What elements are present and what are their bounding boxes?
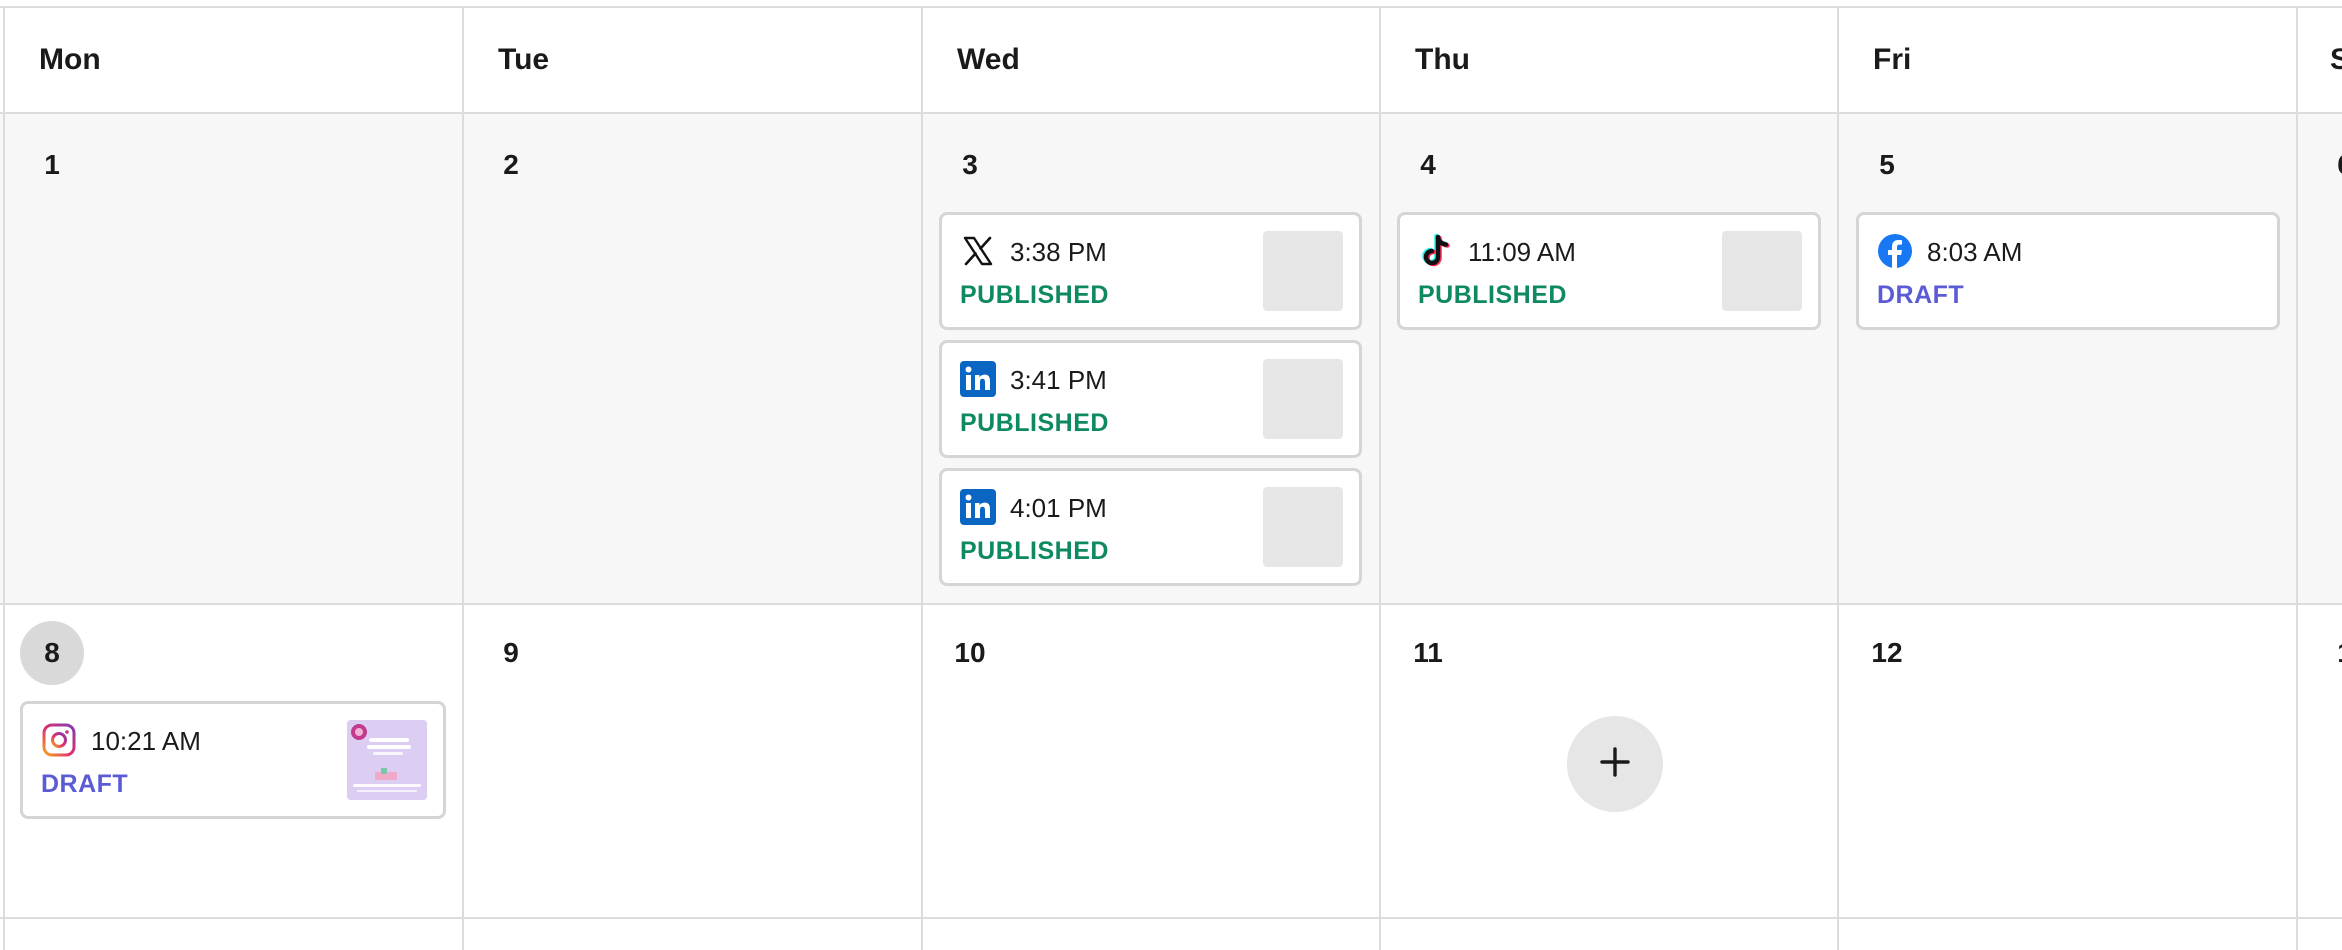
day-number: 4: [1420, 149, 1436, 180]
post-time: 4:01 PM: [1010, 493, 1107, 523]
linkedin-icon: [960, 361, 996, 397]
day-number-today: 8: [20, 621, 84, 685]
day-number: 1: [2313, 621, 2342, 685]
post-thumbnail: [1263, 231, 1343, 311]
post-card-instagram[interactable]: 10:21 AM DRAFT: [20, 701, 446, 819]
post-thumbnail: [1263, 359, 1343, 439]
post-time: 10:21 AM: [91, 726, 201, 756]
weekday-header-sat: S: [2330, 43, 2342, 76]
day-number: 1: [44, 149, 60, 180]
grid-line: [1837, 8, 1839, 950]
day-number: 2: [503, 149, 519, 180]
day-number: 10: [954, 637, 986, 668]
post-time: 3:41 PM: [1010, 365, 1107, 395]
day-number: 5: [1879, 149, 1895, 180]
post-thumbnail: [1263, 487, 1343, 567]
weekday-header-wed: Wed: [957, 43, 1020, 76]
post-card-x[interactable]: 3:38 PM PUBLISHED: [939, 212, 1362, 330]
weekday-header-fri: Fri: [1873, 43, 1912, 76]
post-status: PUBLISHED: [960, 537, 1109, 565]
weekday-header-mon: Mon: [39, 43, 101, 76]
post-card-linkedin[interactable]: 4:01 PM PUBLISHED: [939, 468, 1362, 586]
plus-icon: [1598, 745, 1632, 784]
add-post-button[interactable]: [1567, 716, 1663, 812]
grid-line: [2296, 8, 2298, 950]
post-time: 11:09 AM: [1468, 237, 1576, 267]
post-card-facebook[interactable]: 8:03 AM DRAFT: [1856, 212, 2280, 330]
grid-line: [921, 8, 923, 950]
day-number: 11: [1413, 637, 1443, 668]
facebook-icon: [1877, 233, 1913, 269]
weekday-header-thu: Thu: [1415, 43, 1470, 76]
grid-line: [3, 8, 5, 950]
grid-line: [0, 112, 2342, 114]
day-number: 12: [1871, 637, 1903, 668]
grid-line: [0, 917, 2342, 919]
post-status: DRAFT: [1877, 281, 1965, 309]
post-status: PUBLISHED: [960, 281, 1109, 309]
grid-line: [0, 603, 2342, 605]
grid-line: [1379, 8, 1381, 950]
x-icon: [960, 233, 996, 269]
tiktok-icon: [1418, 233, 1454, 269]
grid-line: [462, 8, 464, 950]
weekday-header-tue: Tue: [498, 43, 550, 76]
post-thumbnail: [1722, 231, 1802, 311]
instagram-icon: [41, 722, 77, 758]
post-time: 3:38 PM: [1010, 237, 1107, 267]
linkedin-icon: [960, 489, 996, 525]
post-card-linkedin[interactable]: 3:41 PM PUBLISHED: [939, 340, 1362, 458]
post-thumbnail: [347, 720, 427, 800]
post-status: PUBLISHED: [960, 409, 1109, 437]
calendar-grid: Mon Tue Wed Thu Fri S 1 2 3 4 5 6 8 9 10…: [0, 0, 2342, 950]
post-time: 8:03 AM: [1927, 237, 2023, 267]
post-status: DRAFT: [41, 770, 129, 798]
day-number: 9: [503, 637, 519, 668]
post-card-tiktok[interactable]: 11:09 AM PUBLISHED: [1397, 212, 1821, 330]
post-status: PUBLISHED: [1418, 281, 1567, 309]
day-number: 6: [2313, 133, 2342, 197]
day-number: 3: [962, 149, 978, 180]
